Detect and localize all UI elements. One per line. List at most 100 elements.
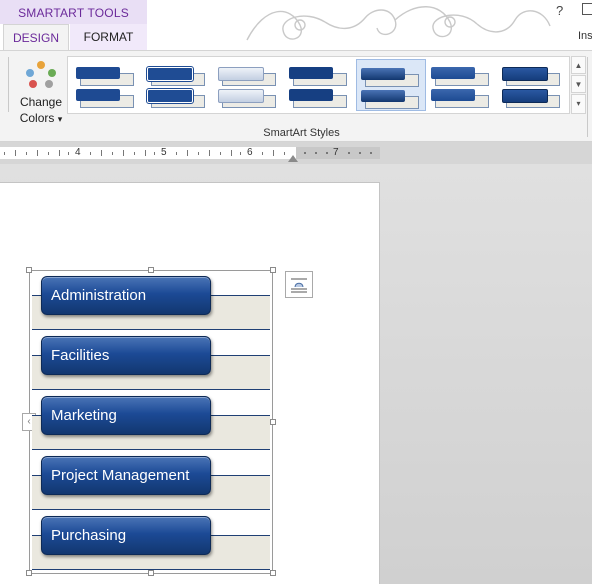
tab-design[interactable]: DESIGN bbox=[3, 24, 69, 50]
ruler-tick bbox=[59, 150, 60, 156]
ruler-number: 4 bbox=[75, 147, 81, 158]
layout-options-icon bbox=[291, 278, 307, 293]
ruler-tick bbox=[134, 152, 135, 155]
thumb-shape bbox=[146, 66, 194, 82]
ruler-tick bbox=[112, 152, 113, 155]
style-thumb-moderate-effect[interactable] bbox=[285, 59, 355, 111]
ruler-tick bbox=[68, 152, 69, 155]
change-colors-label-2: Colors ▾ bbox=[19, 111, 63, 125]
list-item: Marketing bbox=[32, 396, 270, 454]
thumb-shape bbox=[361, 90, 405, 102]
palette-dot-red bbox=[29, 80, 37, 88]
ruler-tick bbox=[209, 150, 210, 156]
style-thumb-subtle-effect[interactable] bbox=[214, 59, 284, 111]
gallery-scroll-up-button[interactable]: ▲ bbox=[571, 56, 586, 74]
ruler-number: 5 bbox=[161, 147, 167, 158]
insert-tab-partial[interactable]: Ins bbox=[578, 30, 592, 42]
thumb-shape bbox=[76, 67, 120, 79]
list-item: Purchasing bbox=[32, 516, 270, 574]
resize-handle-right[interactable] bbox=[270, 419, 276, 425]
ribbon-header: SMARTART TOOLS DESIGN FORMAT ? Ins bbox=[0, 0, 592, 50]
tab-format[interactable]: FORMAT bbox=[70, 24, 147, 50]
ruler-tick bbox=[220, 152, 221, 155]
palette-dot-blue bbox=[26, 69, 34, 77]
ruler-tick bbox=[198, 152, 199, 155]
list-item-shape-marketing[interactable]: Marketing bbox=[41, 396, 211, 435]
style-thumb-polished[interactable] bbox=[427, 59, 497, 111]
thumb-shape bbox=[431, 67, 475, 79]
thumb-shape bbox=[218, 89, 264, 103]
ribbon-left-group-edge bbox=[0, 57, 9, 112]
list-item: Administration bbox=[32, 276, 270, 334]
dropdown-arrow-icon: ▾ bbox=[57, 114, 63, 124]
ruler-tick bbox=[187, 150, 188, 156]
ribbon-body: Change Colors ▾ ▲ ▼ ▾ SmartArt Styles bbox=[0, 50, 592, 142]
ruler-number: 6 bbox=[247, 147, 253, 158]
list-item-shape-facilities[interactable]: Facilities bbox=[41, 336, 211, 375]
ruler-tick bbox=[273, 150, 274, 156]
ruler-dot bbox=[359, 152, 361, 154]
gallery-more-button[interactable]: ▾ bbox=[571, 94, 586, 114]
palette-dot-green bbox=[48, 69, 56, 77]
smartart-tools-title: SMARTART TOOLS bbox=[0, 0, 147, 24]
ruler-tick bbox=[123, 150, 124, 156]
thumb-shape bbox=[431, 89, 475, 101]
layout-options-button[interactable] bbox=[285, 271, 313, 298]
gallery-scroll-down-button[interactable]: ▼ bbox=[571, 75, 586, 93]
gallery-scrollbar: ▲ ▼ ▾ bbox=[571, 56, 586, 114]
ruler-tick bbox=[15, 150, 16, 156]
ruler-dot bbox=[304, 152, 306, 154]
thumb-shape bbox=[218, 67, 264, 81]
ruler-tick bbox=[4, 152, 5, 155]
ruler-dot bbox=[348, 152, 350, 154]
help-icon[interactable]: ? bbox=[556, 3, 563, 18]
list-item-shape-administration[interactable]: Administration bbox=[41, 276, 211, 315]
ruler-number: 7 bbox=[333, 147, 339, 158]
ruler-tick bbox=[176, 152, 177, 155]
change-colors-label: Change bbox=[19, 95, 63, 109]
ruler-tick bbox=[262, 152, 263, 155]
ruler-tick bbox=[37, 150, 38, 156]
thumb-shape bbox=[289, 89, 333, 101]
list-item-shape-project-management[interactable]: Project Management bbox=[41, 456, 211, 495]
style-thumb-inset[interactable] bbox=[498, 59, 568, 111]
change-colors-button[interactable]: Change Colors ▾ bbox=[14, 55, 68, 137]
ribbon-group-separator bbox=[587, 57, 588, 137]
list-item: Project Management bbox=[32, 456, 270, 514]
ruler-dot bbox=[326, 152, 328, 154]
ruler-tick bbox=[48, 152, 49, 155]
ruler-tick bbox=[145, 150, 146, 156]
smartart-styles-group-label: SmartArt Styles bbox=[263, 127, 340, 139]
list-item: Facilities bbox=[32, 336, 270, 394]
style-thumb-simple-fill[interactable] bbox=[72, 59, 142, 111]
resize-handle-top[interactable] bbox=[148, 267, 154, 273]
thumb-shape bbox=[502, 89, 548, 103]
palette-dot-grey bbox=[45, 80, 53, 88]
thumb-shape bbox=[289, 67, 333, 79]
smartart-styles-gallery bbox=[67, 56, 570, 114]
style-thumb-white-outline[interactable] bbox=[143, 59, 213, 111]
palette-icon bbox=[26, 61, 56, 91]
style-thumb-intense-effect[interactable] bbox=[356, 59, 426, 111]
list-item-shape-purchasing[interactable]: Purchasing bbox=[41, 516, 211, 555]
ruler-tick bbox=[240, 152, 241, 155]
resize-handle-top-left[interactable] bbox=[26, 267, 32, 273]
restore-window-icon[interactable] bbox=[582, 3, 592, 15]
thumb-shape bbox=[146, 88, 194, 104]
ruler-tick bbox=[90, 152, 91, 155]
thumb-shape bbox=[76, 89, 120, 101]
ruler-dot bbox=[315, 152, 317, 154]
ruler-tick bbox=[231, 150, 232, 156]
thumb-shape bbox=[361, 68, 405, 80]
ruler-tick bbox=[284, 152, 285, 155]
ruler-dot bbox=[370, 152, 372, 154]
ruler-area: 4 5 6 7 bbox=[0, 142, 592, 164]
right-indent-marker[interactable] bbox=[288, 155, 298, 162]
thumb-shape bbox=[502, 67, 548, 81]
ruler-tick bbox=[101, 150, 102, 156]
horizontal-ruler[interactable]: 4 5 6 7 bbox=[0, 147, 380, 162]
resize-handle-bottom-right[interactable] bbox=[270, 570, 276, 576]
ruler-tick bbox=[154, 152, 155, 155]
palette-dot-orange bbox=[37, 61, 45, 69]
resize-handle-top-right[interactable] bbox=[270, 267, 276, 273]
